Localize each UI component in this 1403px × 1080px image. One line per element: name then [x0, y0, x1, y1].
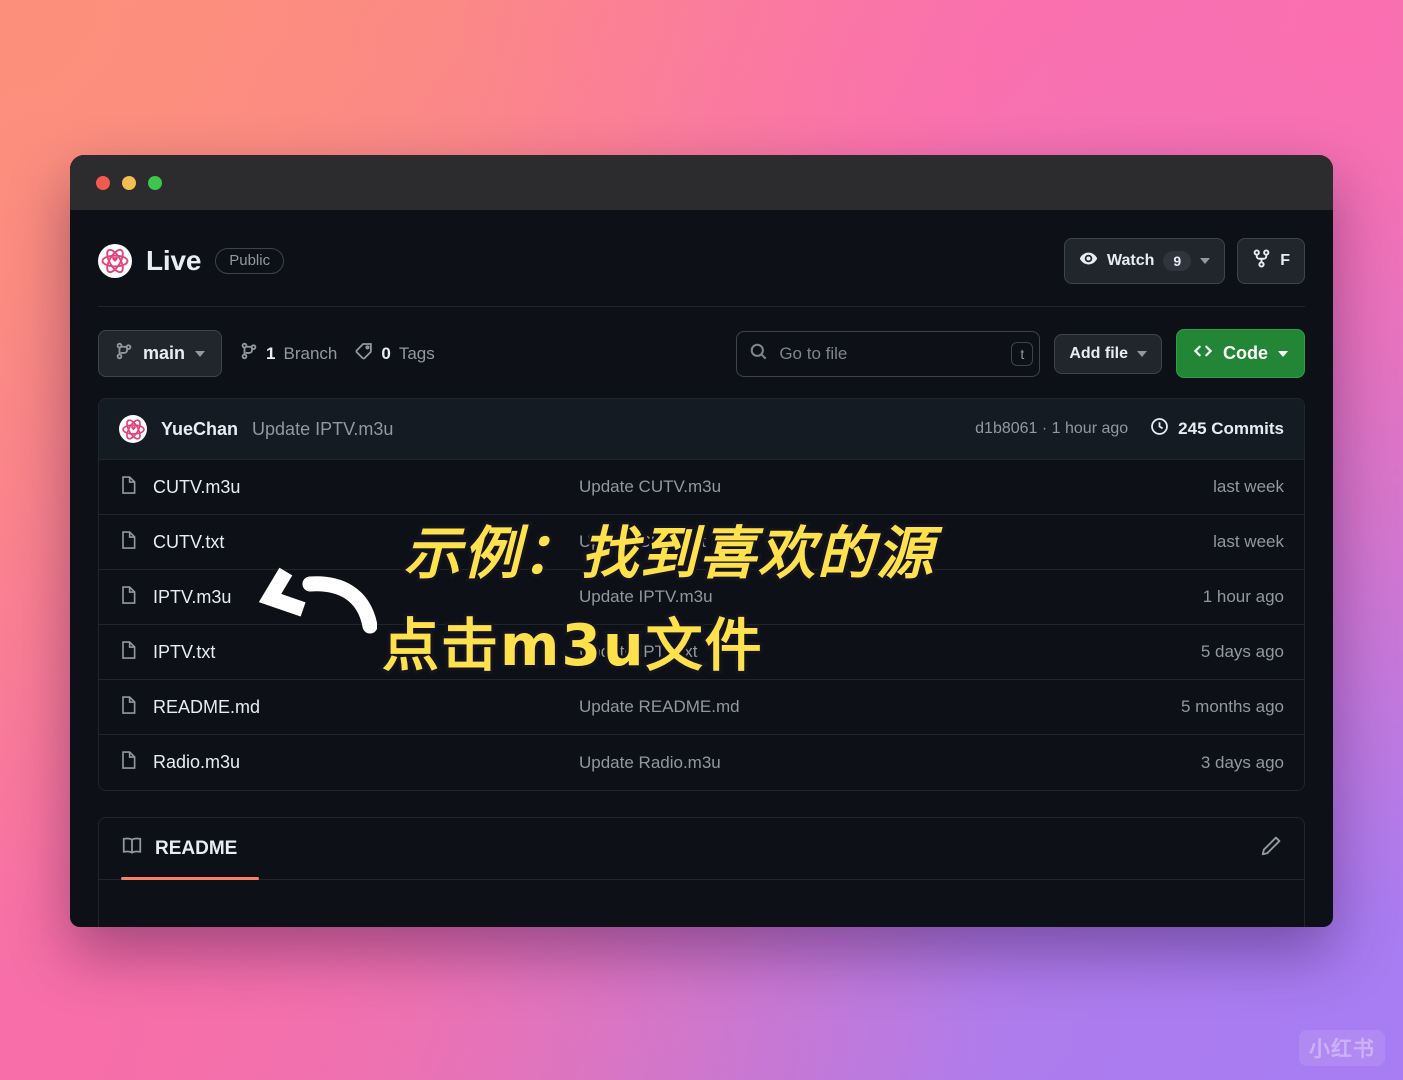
fork-icon	[1252, 249, 1271, 273]
file-commit-message[interactable]: Update CUTV.m3u	[579, 477, 1213, 497]
file-name: Radio.m3u	[153, 752, 241, 772]
readme-panel: README	[98, 817, 1305, 927]
commits-count-label: 245 Commits	[1178, 419, 1284, 438]
file-time: 5 days ago	[1200, 642, 1284, 661]
table-row[interactable]: Radio.m3u Update Radio.m3u 3 days ago	[99, 735, 1304, 790]
active-tab-indicator	[121, 877, 259, 880]
file-name: IPTV.txt	[153, 641, 216, 662]
fork-label: F	[1280, 252, 1290, 269]
readme-tab-bar: README	[99, 818, 1304, 880]
file-name-cell[interactable]: Radio.m3u	[119, 750, 579, 775]
tag-count[interactable]: 0 Tags	[355, 342, 435, 365]
branch-icon	[240, 342, 258, 365]
watch-button[interactable]: Watch 9	[1064, 238, 1226, 284]
annotation-line-1: 示例：找到喜欢的源	[401, 518, 936, 590]
file-time: last week	[1213, 532, 1284, 551]
repo-name[interactable]: Live	[146, 245, 201, 277]
file-time: 5 months ago	[1180, 697, 1284, 716]
file-name: README.md	[153, 696, 261, 717]
branch-count-label: Branch	[283, 343, 338, 363]
eye-icon	[1079, 249, 1098, 273]
file-time: 1 hour ago	[1202, 587, 1284, 606]
file-name-cell[interactable]: README.md	[119, 695, 579, 720]
commits-count[interactable]: 245 Commits	[1150, 417, 1284, 441]
file-commit-message[interactable]: Update Radio.m3u	[579, 753, 1201, 773]
repo-header: Live Public Watch 9 F	[98, 210, 1305, 307]
search-shortcut-badge: t	[1011, 341, 1034, 366]
maximize-window-button[interactable]	[148, 175, 162, 190]
branch-name: main	[143, 343, 186, 363]
file-name: CUTV.m3u	[153, 476, 241, 497]
tag-count-label: Tags	[398, 343, 435, 363]
file-icon	[119, 585, 139, 610]
commit-meta: d1b8061 · 1 hour ago 245 Commits	[975, 417, 1284, 441]
edit-readme-button[interactable]	[1260, 835, 1282, 862]
chevron-down-icon[interactable]	[1200, 258, 1211, 264]
branch-selector[interactable]: main	[98, 330, 223, 377]
repo-actions: Watch 9 F	[1064, 238, 1305, 284]
repo-identity: Live Public	[98, 244, 285, 278]
file-name: CUTV.txt	[153, 531, 225, 552]
pencil-icon	[1260, 836, 1282, 861]
code-brackets-icon	[1193, 341, 1213, 366]
atom-avatar-icon	[119, 415, 147, 443]
curved-arrow-left-icon	[252, 560, 378, 643]
watch-label: Watch	[1107, 252, 1155, 269]
search-icon	[749, 342, 768, 366]
commit-message[interactable]: Update IPTV.m3u	[252, 419, 393, 440]
file-time: 3 days ago	[1200, 752, 1284, 772]
code-button[interactable]: Code	[1176, 329, 1305, 378]
close-window-button[interactable]	[96, 175, 110, 190]
file-icon	[119, 695, 139, 720]
chevron-down-icon[interactable]	[1137, 350, 1147, 357]
book-icon	[121, 835, 143, 863]
repo-toolbar: main 1 Branch 0 Tags Go to file t Add fi…	[98, 307, 1305, 398]
atom-avatar-icon	[98, 244, 132, 278]
branch-icon	[115, 342, 133, 365]
visibility-badge: Public	[215, 248, 285, 274]
search-input[interactable]	[779, 343, 1001, 364]
code-label: Code	[1223, 343, 1268, 363]
history-clock-icon	[1150, 417, 1169, 441]
background-canvas: 小红书 Live Public Watch 9 F main 1 Branch …	[0, 0, 1403, 1080]
readme-content	[99, 880, 1304, 927]
file-time: last week	[1213, 477, 1284, 496]
table-row[interactable]: CUTV.m3u Update CUTV.m3u last week	[99, 460, 1304, 515]
tab-readme[interactable]: README	[121, 818, 259, 880]
latest-commit-bar: YueChan Update IPTV.m3u d1b8061 · 1 hour…	[99, 399, 1304, 460]
go-to-file-search[interactable]: t	[736, 330, 1041, 377]
chevron-down-icon[interactable]	[195, 350, 206, 357]
tag-count-value: 0	[381, 343, 391, 363]
readme-tab-label: README	[155, 837, 238, 859]
file-icon	[119, 530, 139, 555]
add-file-button[interactable]: Add file	[1054, 333, 1162, 374]
tag-icon	[355, 342, 373, 365]
file-icon	[119, 750, 139, 775]
add-file-label: Add file	[1069, 344, 1128, 362]
file-commit-message[interactable]: Update README.md	[579, 697, 1181, 717]
fork-button[interactable]: F	[1237, 238, 1305, 284]
table-row[interactable]: README.md Update README.md 5 months ago	[99, 680, 1304, 735]
watch-count: 9	[1163, 251, 1192, 271]
file-name-cell[interactable]: CUTV.m3u	[119, 475, 579, 500]
commit-author[interactable]: YueChan	[161, 419, 238, 440]
annotation-line-2: 点击m3u文件	[379, 610, 765, 682]
branch-count[interactable]: 1 Branch	[240, 342, 337, 365]
toolbar-right-group: t Add file Code	[736, 329, 1305, 378]
file-icon	[119, 640, 139, 665]
minimize-window-button[interactable]	[122, 175, 136, 190]
watermark: 小红书	[1299, 1030, 1385, 1066]
window-titlebar	[70, 155, 1333, 210]
chevron-down-icon[interactable]	[1278, 350, 1288, 357]
file-name: IPTV.m3u	[153, 586, 232, 607]
commit-hash-time[interactable]: d1b8061 · 1 hour ago	[975, 420, 1128, 438]
branch-count-value: 1	[266, 343, 276, 363]
file-icon	[119, 475, 139, 500]
